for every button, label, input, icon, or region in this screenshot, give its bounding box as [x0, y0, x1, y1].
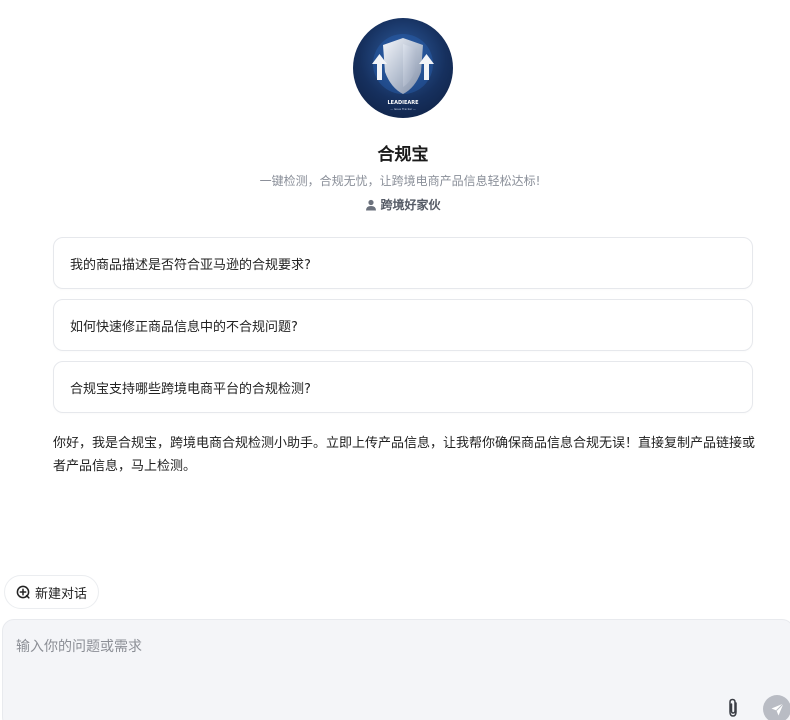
new-chat-button[interactable]: 新建对话 — [4, 575, 100, 609]
new-chat-label: 新建对话 — [35, 586, 88, 602]
suggested-question[interactable]: 合规宝支持哪些跨境电商平台的合规检测? — [53, 361, 753, 413]
bot-greeting-message: 你好，我是合规宝，跨境电商合规检测小助手。立即上传产品信息，让我帮你确保商品信息… — [53, 436, 756, 474]
svg-text:— Issue Tracker —: — Issue Tracker — — [390, 107, 416, 111]
paperclip-icon — [729, 698, 737, 717]
send-button[interactable] — [763, 695, 790, 720]
bot-name: 合规宝 — [377, 145, 429, 165]
bot-description: 一键检测，合规无忧，让跨境电商产品信息轻松达标! — [259, 174, 541, 188]
bot-author: 跨境好家伙 — [0, 196, 790, 213]
chat-page: LEADIEARE — Issue Tracker — 合规宝 一键检测，合规无… — [0, 0, 790, 720]
user-icon — [366, 199, 377, 210]
bot-author-name: 跨境好家伙 — [380, 198, 441, 212]
message-composer — [2, 619, 790, 720]
bot-avatar: LEADIEARE — Issue Tracker — — [353, 18, 453, 118]
shield-logo-icon: LEADIEARE — Issue Tracker — — [372, 34, 434, 111]
attach-file-button[interactable] — [721, 695, 745, 720]
suggested-question[interactable]: 如何快速修正商品信息中的不合规问题? — [53, 299, 753, 351]
message-input[interactable] — [16, 636, 696, 696]
send-icon — [771, 702, 784, 715]
suggested-questions: 我的商品描述是否符合亚马逊的合规要求? 如何快速修正商品信息中的不合规问题? 合… — [53, 237, 753, 423]
suggested-question[interactable]: 我的商品描述是否符合亚马逊的合规要求? — [53, 237, 753, 289]
svg-text:LEADIEARE: LEADIEARE — [387, 100, 419, 106]
add-chat-icon — [16, 585, 30, 599]
